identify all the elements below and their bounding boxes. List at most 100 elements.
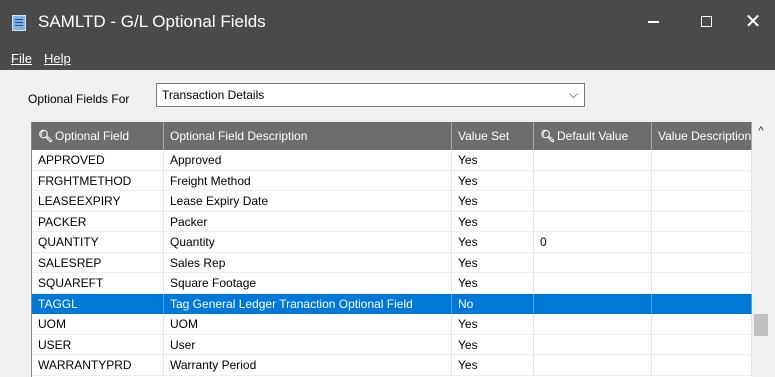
selected-value: Transaction Details [162, 88, 265, 102]
cell-optional-field[interactable]: QUANTITY [32, 232, 164, 253]
cell-value-description[interactable] [652, 293, 752, 314]
cell-value-description[interactable] [652, 211, 752, 232]
cell-value-set[interactable]: Yes [452, 191, 534, 212]
cell-optional-field[interactable]: UOM [32, 314, 164, 335]
cell-value-set[interactable]: Yes [452, 170, 534, 191]
cell-description[interactable]: Quantity [164, 232, 452, 253]
column-label: Optional Field Description [170, 129, 308, 143]
chevron-down-icon[interactable]: ⌵ [569, 87, 578, 102]
scroll-thumb[interactable] [754, 314, 768, 336]
cell-description[interactable]: Freight Method [164, 170, 452, 191]
cell-description[interactable]: Lease Expiry Date [164, 191, 452, 212]
table-row[interactable]: SALESREP Sales Rep Yes [32, 252, 752, 273]
column-header-optional-field[interactable]: 🔍︎ Optional Field [32, 122, 164, 150]
table-row[interactable]: USER User Yes [32, 334, 752, 355]
cell-value-set[interactable]: Yes [452, 150, 534, 171]
cell-optional-field[interactable]: TAGGL [32, 293, 164, 314]
column-header-default-value[interactable]: 🔍︎ Default Value [534, 122, 652, 150]
close-button[interactable]: ✕ [730, 0, 775, 46]
cell-optional-field[interactable]: SQUAREFT [32, 273, 164, 294]
cell-default-value[interactable]: 0 [534, 232, 652, 253]
table-row[interactable]: SQUAREFT Square Footage Yes [32, 273, 752, 294]
window-title: SAMLTD - G/L Optional Fields [38, 12, 266, 31]
cell-value-set[interactable]: Yes [452, 211, 534, 232]
table-row[interactable]: PACKER Packer Yes [32, 211, 752, 232]
cell-value-description[interactable] [652, 150, 752, 171]
maximize-icon [700, 16, 712, 28]
cell-optional-field[interactable]: LEASEEXPIRY [32, 191, 164, 212]
cell-value-description[interactable] [652, 314, 752, 335]
cell-default-value[interactable] [534, 273, 652, 294]
minimize-button[interactable] [630, 0, 676, 46]
cell-optional-field[interactable]: APPROVED [32, 150, 164, 171]
vertical-scrollbar[interactable]: ^ [752, 122, 770, 377]
cell-default-value[interactable] [534, 191, 652, 212]
cell-description[interactable]: Tag General Ledger Tranaction Optional F… [164, 293, 452, 314]
cell-default-value[interactable] [534, 150, 652, 171]
cell-optional-field[interactable]: USER [32, 334, 164, 355]
cell-description[interactable]: Packer [164, 211, 452, 232]
table-row[interactable]: LEASEEXPIRY Lease Expiry Date Yes [32, 191, 752, 212]
cell-value-description[interactable] [652, 170, 752, 191]
scroll-up-icon[interactable]: ^ [752, 122, 770, 140]
column-label: Value Set [458, 129, 510, 143]
search-icon[interactable]: 🔍︎ [540, 122, 555, 150]
cell-value-set[interactable]: Yes [452, 334, 534, 355]
cell-value-description[interactable] [652, 252, 752, 273]
search-icon[interactable]: 🔍︎ [38, 122, 53, 150]
table-row[interactable]: QUANTITY Quantity Yes 0 [32, 232, 752, 253]
cell-optional-field[interactable]: WARRANTYPRD [32, 355, 164, 376]
table-body: APPROVED Approved Yes FRGHTMETHOD Freight Me… [32, 150, 752, 376]
maximize-button[interactable] [683, 0, 729, 46]
column-header-value-set[interactable]: Value Set [452, 122, 534, 150]
cell-optional-field[interactable]: FRGHTMETHOD [32, 170, 164, 191]
column-header-description[interactable]: Optional Field Description [164, 122, 452, 150]
cell-default-value[interactable] [534, 334, 652, 355]
column-label: Default Value [557, 129, 629, 143]
table-row[interactable]: APPROVED Approved Yes [32, 150, 752, 171]
cell-value-set[interactable]: Yes [452, 355, 534, 376]
menu-help-label: Help [44, 51, 71, 66]
cell-description[interactable]: UOM [164, 314, 452, 335]
cell-value-set[interactable]: Yes [452, 252, 534, 273]
table-row[interactable]: WARRANTYPRD Warranty Period Yes [32, 355, 752, 376]
cell-description[interactable]: Sales Rep [164, 252, 452, 273]
cell-default-value[interactable] [534, 293, 652, 314]
menu-file-label: File [11, 51, 32, 66]
cell-description[interactable]: Warranty Period [164, 355, 452, 376]
cell-description[interactable]: Square Footage [164, 273, 452, 294]
cell-value-description[interactable] [652, 334, 752, 355]
close-icon: ✕ [744, 11, 762, 33]
table-row[interactable]: UOM UOM Yes [32, 314, 752, 335]
cell-description[interactable]: User [164, 334, 452, 355]
optional-fields-for-select[interactable]: Transaction Details ⌵ [156, 83, 585, 107]
cell-value-set[interactable]: Yes [452, 314, 534, 335]
cell-value-set[interactable]: Yes [452, 232, 534, 253]
cell-value-description[interactable] [652, 273, 752, 294]
column-label: Value Description [658, 129, 752, 143]
app-icon [12, 15, 26, 31]
menu-file[interactable]: File [11, 51, 32, 66]
table-row[interactable]: FRGHTMETHOD Freight Method Yes [32, 170, 752, 191]
cell-default-value[interactable] [534, 170, 652, 191]
cell-value-set[interactable]: No [452, 293, 534, 314]
cell-value-description[interactable] [652, 191, 752, 212]
column-label: Optional Field [55, 129, 130, 143]
cell-default-value[interactable] [534, 355, 652, 376]
cell-value-set[interactable]: Yes [452, 273, 534, 294]
cell-value-description[interactable] [652, 355, 752, 376]
optional-fields-for-label: Optional Fields For [28, 92, 130, 106]
column-header-value-description[interactable]: Value Description [652, 122, 752, 150]
cell-value-description[interactable] [652, 232, 752, 253]
menu-help[interactable]: Help [44, 51, 71, 66]
cell-optional-field[interactable]: SALESREP [32, 252, 164, 273]
table-row[interactable]: TAGGL Tag General Ledger Tranaction Optio… [32, 293, 752, 314]
cell-default-value[interactable] [534, 211, 652, 232]
cell-default-value[interactable] [534, 314, 652, 335]
cell-optional-field[interactable]: PACKER [32, 211, 164, 232]
optional-fields-table[interactable]: 🔍︎ Optional Field Optional Field Descript… [31, 122, 770, 377]
title-bar: SAMLTD - G/L Optional Fields ✕ [0, 0, 775, 46]
cell-default-value[interactable] [534, 252, 652, 273]
table-header: 🔍︎ Optional Field Optional Field Descript… [32, 122, 752, 150]
cell-description[interactable]: Approved [164, 150, 452, 171]
